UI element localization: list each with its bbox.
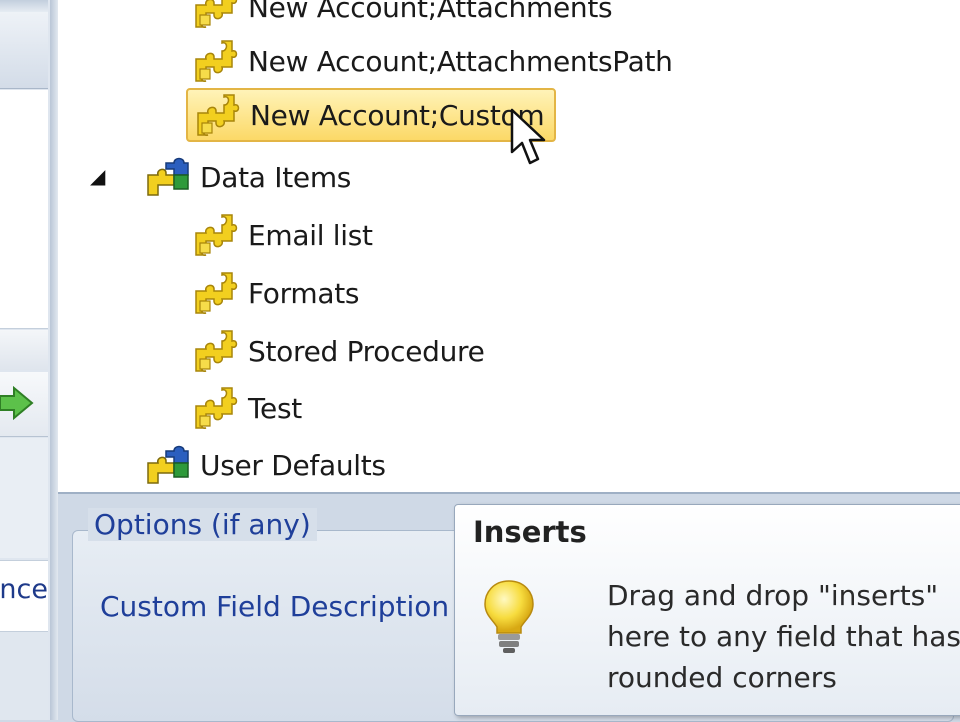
tree-item-attachments[interactable]: New Account;Attachments xyxy=(192,0,613,32)
custom-field-description-label[interactable]: Custom Field Description xyxy=(100,590,460,623)
inserts-tree: New Account;Attachments New Account;Atta… xyxy=(58,0,960,494)
inserts-tooltip: Inserts Drag and drop "inserts" here to … xyxy=(454,504,960,716)
collapse-triangle-icon[interactable]: ◢ xyxy=(90,164,105,188)
puzzle-yellow-icon xyxy=(192,329,240,373)
tree-group-user-defaults[interactable]: User Defaults xyxy=(144,440,386,490)
puzzle-yellow-icon xyxy=(192,271,240,315)
tree-item-test[interactable]: Test xyxy=(192,383,302,433)
tree-group-data-items[interactable]: Data Items xyxy=(144,152,351,202)
puzzle-yellow-icon xyxy=(192,0,240,29)
lightbulb-icon xyxy=(484,580,534,653)
left-bar-edge xyxy=(0,330,48,370)
tree-item-label: Formats xyxy=(248,276,360,310)
puzzle-yellow-icon xyxy=(194,93,242,137)
left-header-edge xyxy=(0,12,48,89)
tree-item-label: New Account;Custom xyxy=(250,98,545,132)
tooltip-line: Drag and drop "inserts" xyxy=(607,579,939,612)
tree-item-stored-procedure[interactable]: Stored Procedure xyxy=(192,326,485,376)
mouse-pointer-icon xyxy=(510,108,546,165)
green-arrow-icon[interactable] xyxy=(0,386,34,420)
tree-item-label: New Account;AttachmentsPath xyxy=(248,44,673,78)
puzzle-multicolor-icon xyxy=(144,155,192,199)
puzzle-multicolor-icon xyxy=(144,443,192,487)
tree-item-email-list[interactable]: Email list xyxy=(192,210,373,260)
left-panel-edge xyxy=(0,438,48,558)
tree-item-label: Email list xyxy=(248,218,373,252)
options-title: Options (if any) xyxy=(88,508,317,541)
tooltip-line: rounded corners xyxy=(607,661,837,694)
left-window-strip: ence xyxy=(0,0,50,720)
left-footer-edge xyxy=(0,632,48,720)
puzzle-yellow-icon xyxy=(192,39,240,83)
tree-item-label: Test xyxy=(248,391,302,425)
puzzle-yellow-icon xyxy=(192,213,240,257)
tree-item-custom[interactable]: New Account;Custom xyxy=(186,88,557,142)
tooltip-line: here to any field that has xyxy=(607,620,960,653)
splitter[interactable] xyxy=(50,0,58,720)
tree-item-attachments-path[interactable]: New Account;AttachmentsPath xyxy=(192,36,673,86)
tooltip-body: Drag and drop "inserts" here to any fiel… xyxy=(607,575,960,698)
left-fragment-text: ence xyxy=(0,574,48,605)
tree-item-label: Data Items xyxy=(200,160,352,194)
left-list-edge xyxy=(0,90,48,329)
tree-item-label: New Account;Attachments xyxy=(248,0,613,24)
tree-item-formats[interactable]: Formats xyxy=(192,268,359,318)
tooltip-title: Inserts xyxy=(473,515,587,549)
puzzle-yellow-icon xyxy=(192,386,240,430)
tree-item-label: Stored Procedure xyxy=(248,334,485,368)
tree-item-label: User Defaults xyxy=(200,448,386,482)
